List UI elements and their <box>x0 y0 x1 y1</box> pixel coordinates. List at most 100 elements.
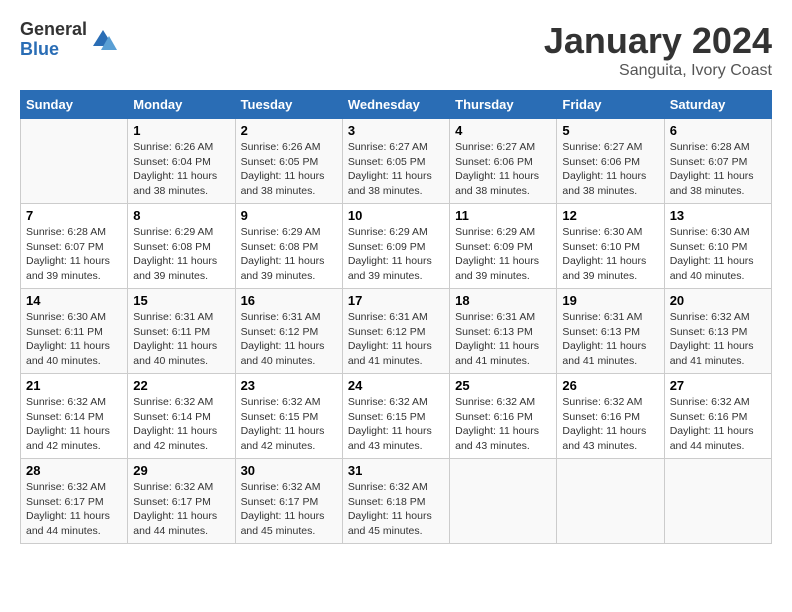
day-info: Sunrise: 6:32 AM Sunset: 6:17 PM Dayligh… <box>241 480 337 539</box>
calendar-cell: 19 Sunrise: 6:31 AM Sunset: 6:13 PM Dayli… <box>557 289 664 374</box>
calendar-header: SundayMondayTuesdayWednesdayThursdayFrid… <box>21 91 772 119</box>
day-number: 17 <box>348 293 444 308</box>
calendar-cell: 13Sunrise: 6:30 AM Sunset: 6:10 PM Dayli… <box>664 204 771 289</box>
day-info: Sunrise: 6:32 AM Sunset: 6:16 PM Dayligh… <box>670 395 766 454</box>
calendar-cell: 9 Sunrise: 6:29 AM Sunset: 6:08 PM Daylig… <box>235 204 342 289</box>
calendar-week-row: 21 Sunrise: 6:32 AM Sunset: 6:14 PM Dayli… <box>21 374 772 459</box>
day-info: Sunrise: 6:31 AM Sunset: 6:11 PM Dayligh… <box>133 310 229 369</box>
day-number: 3 <box>348 123 444 138</box>
day-number: 27 <box>670 378 766 393</box>
calendar-cell: 11 Sunrise: 6:29 AM Sunset: 6:09 PM Dayli… <box>450 204 557 289</box>
logo-icon <box>89 26 117 54</box>
calendar-cell: 15 Sunrise: 6:31 AM Sunset: 6:11 PM Dayli… <box>128 289 235 374</box>
day-info: Sunrise: 6:32 AM Sunset: 6:16 PM Dayligh… <box>455 395 551 454</box>
day-info: Sunrise: 6:31 AM Sunset: 6:13 PM Dayligh… <box>562 310 658 369</box>
month-title: January 2024 <box>544 20 772 62</box>
calendar-cell: 17 Sunrise: 6:31 AM Sunset: 6:12 PM Dayli… <box>342 289 449 374</box>
calendar-body: 1Sunrise: 6:26 AM Sunset: 6:04 PM Daylig… <box>21 119 772 544</box>
day-number: 29 <box>133 463 229 478</box>
calendar-cell: 16Sunrise: 6:31 AM Sunset: 6:12 PM Dayli… <box>235 289 342 374</box>
calendar-cell: 28 Sunrise: 6:32 AM Sunset: 6:17 PM Dayli… <box>21 459 128 544</box>
day-info: Sunrise: 6:32 AM Sunset: 6:14 PM Dayligh… <box>133 395 229 454</box>
calendar-cell: 27 Sunrise: 6:32 AM Sunset: 6:16 PM Dayli… <box>664 374 771 459</box>
calendar-week-row: 14 Sunrise: 6:30 AM Sunset: 6:11 PM Dayli… <box>21 289 772 374</box>
calendar-cell: 4 Sunrise: 6:27 AM Sunset: 6:06 PM Daylig… <box>450 119 557 204</box>
day-info: Sunrise: 6:29 AM Sunset: 6:08 PM Dayligh… <box>133 225 229 284</box>
day-number: 9 <box>241 208 337 223</box>
day-number: 22 <box>133 378 229 393</box>
calendar-cell <box>664 459 771 544</box>
day-info: Sunrise: 6:26 AM Sunset: 6:05 PM Dayligh… <box>241 140 337 199</box>
calendar-cell: 31 Sunrise: 6:32 AM Sunset: 6:18 PM Dayli… <box>342 459 449 544</box>
day-info: Sunrise: 6:31 AM Sunset: 6:13 PM Dayligh… <box>455 310 551 369</box>
calendar-week-row: 28 Sunrise: 6:32 AM Sunset: 6:17 PM Dayli… <box>21 459 772 544</box>
day-info: Sunrise: 6:32 AM Sunset: 6:14 PM Dayligh… <box>26 395 122 454</box>
header-day: Thursday <box>450 91 557 119</box>
header-day: Saturday <box>664 91 771 119</box>
calendar-cell: 8Sunrise: 6:29 AM Sunset: 6:08 PM Daylig… <box>128 204 235 289</box>
day-number: 20 <box>670 293 766 308</box>
day-number: 31 <box>348 463 444 478</box>
calendar-cell: 7 Sunrise: 6:28 AM Sunset: 6:07 PM Daylig… <box>21 204 128 289</box>
day-number: 4 <box>455 123 551 138</box>
calendar-cell: 14 Sunrise: 6:30 AM Sunset: 6:11 PM Dayli… <box>21 289 128 374</box>
day-number: 21 <box>26 378 122 393</box>
day-number: 30 <box>241 463 337 478</box>
calendar-week-row: 7 Sunrise: 6:28 AM Sunset: 6:07 PM Daylig… <box>21 204 772 289</box>
day-number: 1 <box>133 123 229 138</box>
calendar-cell: 5 Sunrise: 6:27 AM Sunset: 6:06 PM Daylig… <box>557 119 664 204</box>
day-info: Sunrise: 6:27 AM Sunset: 6:06 PM Dayligh… <box>562 140 658 199</box>
calendar-cell: 6Sunrise: 6:28 AM Sunset: 6:07 PM Daylig… <box>664 119 771 204</box>
day-number: 15 <box>133 293 229 308</box>
calendar-cell: 10Sunrise: 6:29 AM Sunset: 6:09 PM Dayli… <box>342 204 449 289</box>
header-day: Friday <box>557 91 664 119</box>
day-number: 16 <box>241 293 337 308</box>
day-info: Sunrise: 6:29 AM Sunset: 6:08 PM Dayligh… <box>241 225 337 284</box>
day-number: 19 <box>562 293 658 308</box>
calendar-cell: 24Sunrise: 6:32 AM Sunset: 6:15 PM Dayli… <box>342 374 449 459</box>
header-day: Monday <box>128 91 235 119</box>
title-section: January 2024 Sanguita, Ivory Coast <box>544 20 772 80</box>
day-info: Sunrise: 6:32 AM Sunset: 6:18 PM Dayligh… <box>348 480 444 539</box>
day-info: Sunrise: 6:28 AM Sunset: 6:07 PM Dayligh… <box>26 225 122 284</box>
header-day: Sunday <box>21 91 128 119</box>
logo-text: General Blue <box>20 20 87 60</box>
logo-blue: Blue <box>20 40 87 60</box>
day-number: 14 <box>26 293 122 308</box>
calendar-cell: 3 Sunrise: 6:27 AM Sunset: 6:05 PM Daylig… <box>342 119 449 204</box>
calendar-cell: 29Sunrise: 6:32 AM Sunset: 6:17 PM Dayli… <box>128 459 235 544</box>
header-day: Tuesday <box>235 91 342 119</box>
logo: General Blue <box>20 20 117 60</box>
day-info: Sunrise: 6:32 AM Sunset: 6:17 PM Dayligh… <box>26 480 122 539</box>
calendar-cell <box>21 119 128 204</box>
day-info: Sunrise: 6:32 AM Sunset: 6:13 PM Dayligh… <box>670 310 766 369</box>
calendar-cell: 26Sunrise: 6:32 AM Sunset: 6:16 PM Dayli… <box>557 374 664 459</box>
day-number: 18 <box>455 293 551 308</box>
calendar-cell <box>450 459 557 544</box>
day-number: 28 <box>26 463 122 478</box>
day-info: Sunrise: 6:32 AM Sunset: 6:16 PM Dayligh… <box>562 395 658 454</box>
day-number: 7 <box>26 208 122 223</box>
day-number: 11 <box>455 208 551 223</box>
day-info: Sunrise: 6:32 AM Sunset: 6:15 PM Dayligh… <box>348 395 444 454</box>
day-number: 23 <box>241 378 337 393</box>
calendar-week-row: 1Sunrise: 6:26 AM Sunset: 6:04 PM Daylig… <box>21 119 772 204</box>
day-info: Sunrise: 6:31 AM Sunset: 6:12 PM Dayligh… <box>348 310 444 369</box>
calendar-cell: 18 Sunrise: 6:31 AM Sunset: 6:13 PM Dayli… <box>450 289 557 374</box>
calendar-cell: 2 Sunrise: 6:26 AM Sunset: 6:05 PM Daylig… <box>235 119 342 204</box>
calendar-cell: 23Sunrise: 6:32 AM Sunset: 6:15 PM Dayli… <box>235 374 342 459</box>
calendar-cell: 25 Sunrise: 6:32 AM Sunset: 6:16 PM Dayli… <box>450 374 557 459</box>
day-info: Sunrise: 6:30 AM Sunset: 6:11 PM Dayligh… <box>26 310 122 369</box>
calendar-cell: 20 Sunrise: 6:32 AM Sunset: 6:13 PM Dayli… <box>664 289 771 374</box>
logo-general: General <box>20 20 87 40</box>
day-info: Sunrise: 6:27 AM Sunset: 6:05 PM Dayligh… <box>348 140 444 199</box>
day-number: 10 <box>348 208 444 223</box>
calendar-table: SundayMondayTuesdayWednesdayThursdayFrid… <box>20 90 772 544</box>
day-info: Sunrise: 6:27 AM Sunset: 6:06 PM Dayligh… <box>455 140 551 199</box>
day-number: 25 <box>455 378 551 393</box>
day-info: Sunrise: 6:29 AM Sunset: 6:09 PM Dayligh… <box>455 225 551 284</box>
header-day: Wednesday <box>342 91 449 119</box>
day-number: 5 <box>562 123 658 138</box>
day-number: 2 <box>241 123 337 138</box>
page-header: General Blue January 2024 Sanguita, Ivor… <box>20 20 772 80</box>
